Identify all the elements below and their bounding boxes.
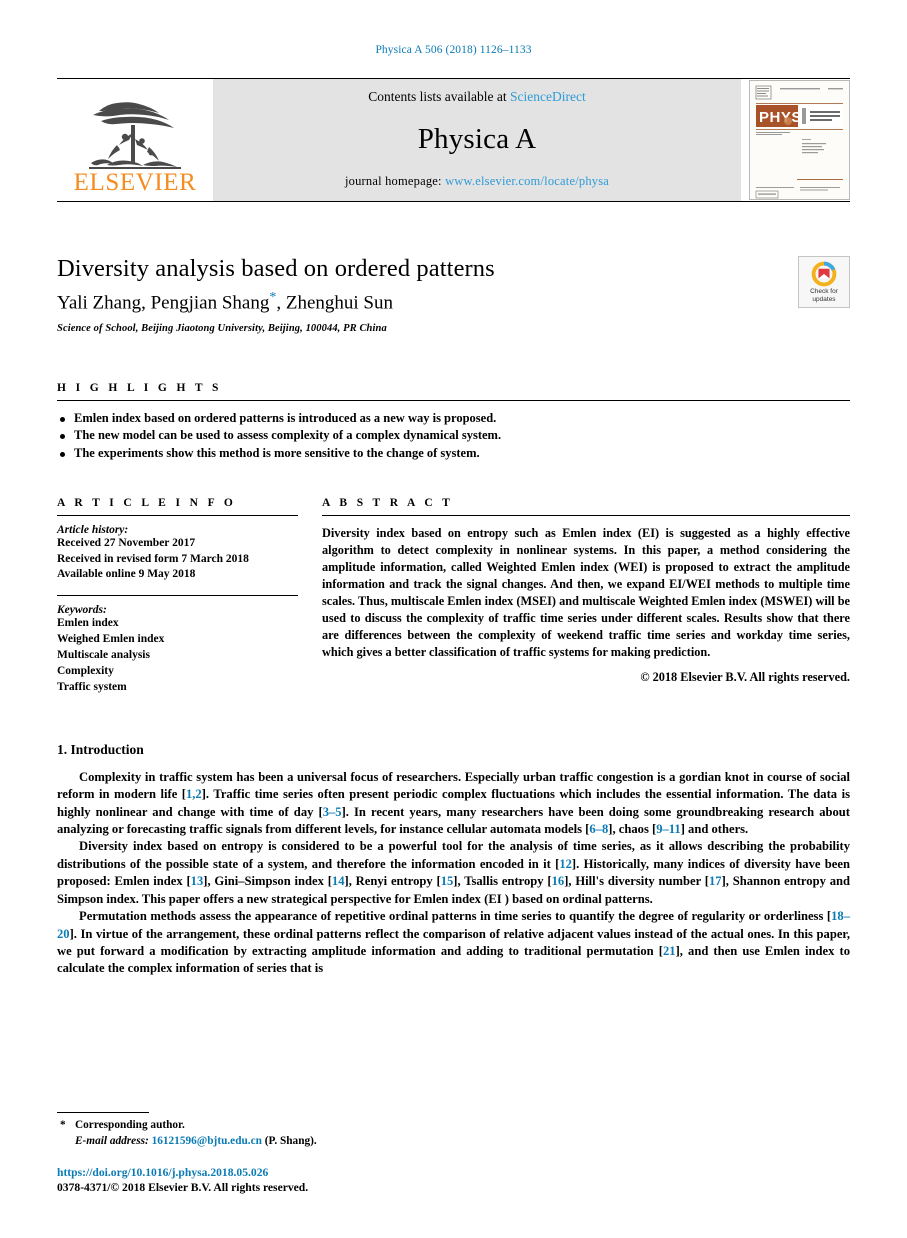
crossmark-label: Check for updates — [810, 288, 838, 303]
article-info-column: A R T I C L E I N F O Article history: R… — [57, 497, 322, 696]
p3-text-a: Permutation methods assess the appearanc… — [79, 909, 832, 924]
highlights-label: H I G H L I G H T S — [57, 381, 222, 394]
journal-homepage-line: journal homepage: www.elsevier.com/locat… — [345, 174, 609, 189]
corresponding-author-note: * Corresponding author. — [57, 1118, 850, 1134]
keyword-item: Traffic system — [57, 680, 127, 693]
article-info-divider — [57, 514, 298, 516]
journal-cover-thumbnail: PHYSICA — [749, 80, 850, 200]
sciencedirect-link[interactable]: ScienceDirect — [510, 89, 586, 104]
corresponding-author-text: Corresponding author. — [75, 1119, 185, 1132]
abstract-copyright: © 2018 Elsevier B.V. All rights reserved… — [640, 670, 850, 685]
citation-link[interactable]: 15 — [441, 874, 454, 888]
list-item: Emlen index based on ordered patterns is… — [57, 410, 850, 428]
keyword-item: Complexity — [57, 664, 114, 677]
journal-cover-art: PHYSICA — [750, 81, 849, 199]
crossmark-icon — [811, 261, 837, 287]
contents-list-line: Contents lists available at ScienceDirec… — [368, 89, 585, 105]
crossmark-badge[interactable]: Check for updates — [798, 256, 850, 308]
keywords-label: Keywords: — [57, 604, 107, 617]
journal-title: Physica A — [417, 123, 537, 155]
article-info-label: A R T I C L E I N F O — [57, 496, 237, 509]
authors-rest: , Zhenghui Sun — [276, 292, 393, 314]
p1-text-e: ] and others. — [680, 821, 749, 836]
p2-text-d: ], Renyi entropy [ — [344, 874, 441, 889]
citation-link[interactable]: 6–8 — [589, 822, 608, 836]
citation-link[interactable]: 1,2 — [186, 787, 202, 801]
authors-first: Yali Zhang, Pengjian Shang — [57, 292, 270, 314]
introduction-section: 1. Introduction Complexity in traffic sy… — [57, 742, 850, 978]
abstract-text: Diversity index based on entropy such as… — [322, 525, 850, 660]
citation-link[interactable]: 21 — [663, 944, 676, 958]
email-link[interactable]: 16121596@bjtu.edu.cn — [152, 1135, 262, 1147]
crossmark-line-2: updates — [812, 295, 836, 303]
p1-text-d: ], chaos [ — [608, 821, 657, 836]
affiliation: Science of School, Beijing Jiaotong Univ… — [57, 322, 387, 334]
journal-masthead: ELSEVIER Contents lists available at Sci… — [57, 78, 850, 202]
article-header: Check for updates Diversity analysis bas… — [57, 254, 850, 334]
issn-copyright: 0378-4371/© 2018 Elsevier B.V. All right… — [57, 1181, 309, 1195]
introduction-heading: 1. Introduction — [57, 741, 144, 757]
list-item: The experiments show this method is more… — [57, 445, 850, 463]
citation-link[interactable]: 13 — [191, 874, 204, 888]
footnote-star-marker: * — [60, 1119, 66, 1132]
elsevier-wordmark: ELSEVIER — [73, 169, 197, 196]
elsevier-tree-icon — [89, 102, 181, 169]
page-title: Diversity analysis based on ordered patt… — [57, 255, 495, 282]
crossmark-line-1: Check for — [810, 288, 838, 296]
p2-text-f: ], Hill's diversity number [ — [564, 874, 709, 889]
journal-article-page: Physica A 506 (2018) 1126–1133 ELSEVIER … — [0, 0, 907, 1238]
keywords-divider — [57, 595, 298, 597]
p2-text-e: ], Tsallis entropy [ — [453, 874, 552, 889]
publication-footer: https://doi.org/10.1016/j.physa.2018.05.… — [57, 1165, 308, 1196]
citation-link[interactable]: 16 — [552, 874, 565, 888]
keyword-item: Weighed Emlen index — [57, 633, 165, 646]
introduction-paragraph-1: Complexity in traffic system has been a … — [57, 769, 850, 839]
citation-link[interactable]: 12 — [559, 857, 572, 871]
abstract-column: A B S T R A C T Diversity index based on… — [322, 497, 850, 696]
info-abstract-row: A R T I C L E I N F O Article history: R… — [57, 497, 850, 696]
doi-link[interactable]: https://doi.org/10.1016/j.physa.2018.05.… — [57, 1165, 308, 1181]
highlights-divider — [57, 399, 850, 401]
highlights-list: Emlen index based on ordered patterns is… — [57, 410, 850, 463]
footnotes-block: * Corresponding author. E-mail address: … — [57, 1112, 850, 1150]
email-owner: (P. Shang). — [264, 1135, 317, 1148]
homepage-link[interactable]: www.elsevier.com/locate/physa — [445, 174, 609, 188]
homepage-label: journal homepage: — [344, 174, 442, 188]
email-label: E-mail address: — [75, 1135, 149, 1148]
email-note: E-mail address: 16121596@bjtu.edu.cn (P.… — [57, 1134, 850, 1150]
running-head: Physica A 506 (2018) 1126–1133 — [375, 44, 532, 56]
contents-list-prefix: Contents lists available at — [368, 89, 507, 104]
p2-text-c: ], Gini–Simpson index [ — [203, 874, 332, 889]
elsevier-logo: ELSEVIER — [57, 79, 213, 201]
abstract-divider — [322, 514, 850, 516]
journal-banner: Contents lists available at ScienceDirec… — [213, 79, 741, 201]
citation-link[interactable]: 17 — [709, 874, 722, 888]
footnote-rule — [57, 1112, 149, 1114]
citation-link[interactable]: 3–5 — [323, 805, 342, 819]
introduction-paragraph-2: Diversity index based on entropy is cons… — [57, 838, 850, 908]
citation-link[interactable]: 14 — [332, 874, 345, 888]
list-item: The new model can be used to assess comp… — [57, 427, 850, 445]
introduction-paragraph-3: Permutation methods assess the appearanc… — [57, 908, 850, 978]
keyword-item: Emlen index — [57, 617, 119, 630]
article-history-online: Available online 9 May 2018 — [57, 568, 196, 581]
highlights-section: H I G H L I G H T S Emlen index based on… — [57, 382, 850, 463]
abstract-label: A B S T R A C T — [322, 496, 454, 509]
citation-link[interactable]: 9–11 — [656, 822, 681, 836]
article-history-label: Article history: — [57, 523, 129, 536]
keyword-item: Multiscale analysis — [57, 649, 150, 662]
article-history-revised: Received in revised form 7 March 2018 — [57, 552, 249, 565]
article-history-received: Received 27 November 2017 — [57, 536, 196, 549]
author-list: Yali Zhang, Pengjian Shang*, Zhenghui Su… — [57, 290, 850, 315]
